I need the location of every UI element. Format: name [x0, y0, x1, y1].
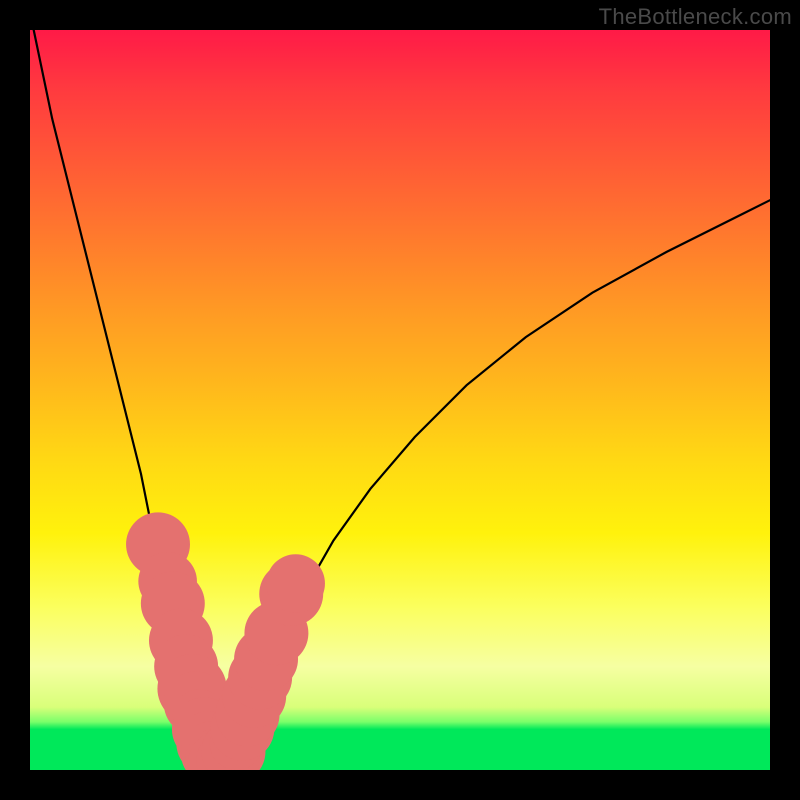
- sample-dot: [266, 554, 325, 613]
- curve-right: [222, 200, 770, 766]
- plot-area: [30, 30, 770, 770]
- watermark-text: TheBottleneck.com: [599, 4, 792, 30]
- outer-frame: TheBottleneck.com: [0, 0, 800, 800]
- sample-dots: [126, 512, 325, 770]
- chart-svg: [30, 30, 770, 770]
